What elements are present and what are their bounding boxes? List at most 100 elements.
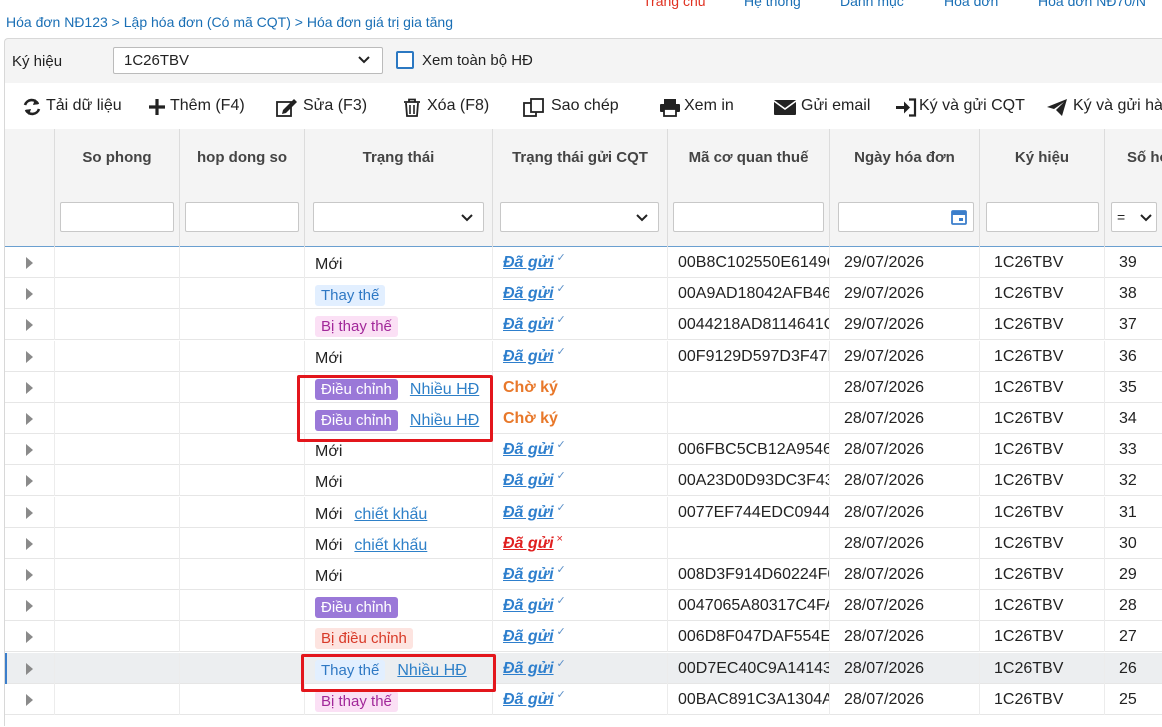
filter-ky-hieu-input[interactable] (986, 202, 1099, 232)
filter-so-phong-input[interactable] (60, 202, 174, 232)
status-cell: Mới (304, 559, 492, 590)
view-all-label[interactable]: Xem toàn bộ HĐ (422, 52, 533, 69)
calendar-icon[interactable] (951, 209, 967, 225)
check-icon: ✓ (556, 314, 566, 327)
cqt-status-link[interactable]: Đã gửi (503, 504, 554, 521)
cqt-status-link[interactable]: Đã gửi (503, 566, 554, 583)
view-all-checkbox[interactable] (396, 51, 414, 69)
table-row[interactable]: Thay thế Đã gửi ✓ 00A9AD18042AFB46 29/07/202… (5, 278, 1162, 310)
filter-so-hd-operator[interactable]: = (1111, 202, 1157, 232)
header-trang-thai[interactable]: Trạng thái (304, 129, 492, 247)
expand-row-icon[interactable] (26, 257, 33, 269)
delete-label: Xóa (F8) (427, 97, 490, 114)
nav-home[interactable]: Trang chủ (643, 0, 706, 9)
table-row[interactable]: Bị thay thế Đã gửi ✓ 0044218AD8114641C 29/07… (5, 309, 1162, 341)
related-invoice-link[interactable]: chiết khấu (354, 537, 427, 554)
filter-trang-thai-cqt-select[interactable] (500, 202, 659, 232)
header-so-hd[interactable]: Số hó = (1104, 129, 1162, 247)
filter-ma-cqt-input[interactable] (673, 202, 824, 232)
expand-row-icon[interactable] (26, 662, 33, 675)
header-trang-thai-cqt-title: Trạng thái gửi CQT (512, 149, 648, 166)
expand-row-icon[interactable] (26, 600, 33, 613)
cqt-status-link[interactable]: Đã gửi (503, 597, 554, 614)
expand-row-icon[interactable] (26, 506, 33, 519)
filter-so-hd-operator-value: = (1117, 209, 1126, 225)
copy-button[interactable]: Sao chép (523, 97, 623, 117)
header-ngay-hd-title: Ngày hóa đơn (854, 149, 955, 166)
sign-send-button[interactable]: Ký và gửi CQT (895, 97, 1035, 117)
header-so-phong[interactable]: So phong (54, 129, 179, 247)
table-row[interactable]: Bị thay thế Đã gửi ✓ 00BAC891C3A1304A 28/07/… (5, 683, 1162, 715)
header-hop-dong-so[interactable]: hop dong so (179, 129, 304, 247)
print-button[interactable]: Xem in (659, 97, 744, 117)
nav-system[interactable]: Hệ thống (744, 0, 801, 9)
nav-invoice[interactable]: Hóa đơn (944, 0, 998, 9)
expand-row-icon[interactable] (26, 444, 33, 457)
cqt-status-link[interactable]: Đã gửi (503, 472, 554, 489)
hop-dong-so-cell (179, 278, 304, 310)
email-button[interactable]: Gửi email (773, 97, 878, 117)
filter-ngay-hd-input[interactable] (838, 202, 974, 232)
cqt-status-link[interactable]: Đã gửi (503, 285, 554, 302)
header-ky-hieu[interactable]: Ký hiệu (979, 129, 1104, 247)
invoice-date-cell: 28/07/2026 (829, 403, 979, 434)
add-button[interactable]: Thêm (F4) (148, 97, 258, 117)
expand-row-icon[interactable] (26, 350, 33, 363)
table-row[interactable]: Điều chỉnh Đã gửi ✓ 0047065A80317C4FA 28/07/… (5, 590, 1162, 622)
header-hop-dong-so-title: hop dong so (197, 149, 287, 166)
cqt-status-link[interactable]: Đã gửi (503, 254, 554, 271)
table-row[interactable]: Điều chỉnh Nhiều HĐ Chờ ký 28/07/2026 1C26TB… (5, 371, 1162, 403)
expand-row-icon[interactable] (26, 413, 33, 425)
filter-hop-dong-so-input[interactable] (185, 202, 299, 232)
header-trang-thai-cqt[interactable]: Trạng thái gửi CQT (492, 129, 667, 247)
cqt-status-pending: Chờ ký (503, 410, 558, 427)
table-row[interactable]: Mới Đã gửi ✓ 006FBC5CB12A9546 28/07/2026 1C26… (5, 434, 1162, 466)
expand-row-icon[interactable] (26, 569, 33, 581)
sign-send-more-button[interactable]: Ký và gửi hà (1046, 97, 1162, 117)
cqt-status-link[interactable]: Đã gửi (503, 441, 554, 458)
expander-cell (5, 559, 54, 590)
table-row[interactable]: Mới chiết khấu Đã gửi × 28/07/2026 1C26TBV 30 (5, 527, 1162, 559)
ma-cqt-cell: 00D7EC40C9A14143 (667, 652, 829, 684)
send-icon (1047, 99, 1067, 116)
kyhieu-select[interactable]: 1C26TBV (113, 47, 383, 74)
table-row[interactable]: Mới chiết khấu Đã gửi ✓ 0077EF744EDC0944 28/0… (5, 496, 1162, 528)
cqt-status-link[interactable]: Đã gửi (503, 628, 554, 645)
reload-button[interactable]: Tải dữ liệu (22, 97, 142, 117)
table-row[interactable]: Mới Đã gửi ✓ 00B8C102550E6149C 29/07/2026 1C2… (5, 247, 1162, 278)
nav-invoice-nd70[interactable]: Hóa đơn NĐ70/N (1038, 0, 1146, 9)
expand-row-icon[interactable] (26, 631, 33, 644)
expand-row-icon[interactable] (26, 319, 33, 332)
cqt-status-link[interactable]: Đã gửi (503, 316, 554, 333)
cqt-status-link[interactable]: Đã gửi (503, 535, 554, 552)
nav-catalog[interactable]: Danh mục (840, 0, 904, 9)
ky-hieu-cell: 1C26TBV (979, 683, 1104, 715)
table-row[interactable]: Mới Đã gửi ✓ 00F9129D597D3F47E 29/07/2026 1C2… (5, 340, 1162, 372)
cqt-status-link[interactable]: Đã gửi (503, 348, 554, 365)
cqt-status-link[interactable]: Đã gửi (503, 691, 554, 708)
sign-in-icon (896, 98, 917, 117)
table-row[interactable]: Điều chỉnh Nhiều HĐ Chờ ký 28/07/2026 1C26TB… (5, 403, 1162, 434)
table-row[interactable]: Thay thế Nhiều HĐ Đã gửi ✓ 00D7EC40C9A14143 2… (5, 652, 1162, 684)
expand-row-icon[interactable] (26, 475, 33, 488)
header-ngay-hd[interactable]: Ngày hóa đơn (829, 129, 979, 247)
delete-button[interactable]: Xóa (F8) (403, 97, 498, 117)
expand-row-icon[interactable] (26, 288, 33, 301)
header-ma-cqt[interactable]: Mã cơ quan thuế (667, 129, 829, 247)
filter-trang-thai-select[interactable] (313, 202, 484, 232)
cqt-status-link[interactable]: Đã gửi (503, 660, 554, 677)
invoice-number-cell: 31 (1104, 496, 1162, 528)
expand-row-icon[interactable] (26, 381, 33, 394)
expand-row-icon[interactable] (26, 693, 33, 706)
status-cell: Mới chiết khấu (304, 496, 492, 528)
trash-icon (404, 98, 420, 117)
related-invoice-link[interactable]: chiết khấu (354, 506, 427, 523)
expand-row-icon[interactable] (26, 537, 33, 550)
check-icon: ✓ (556, 345, 566, 358)
breadcrumb[interactable]: Hóa đơn NĐ123 > Lập hóa đơn (Có mã CQT) … (6, 14, 453, 30)
edit-button[interactable]: Sửa (F3) (276, 97, 376, 117)
status-badge: Bị thay thế (315, 316, 398, 338)
table-row[interactable]: Bị điều chỉnh Đã gửi ✓ 006D8F047DAF554E9 28/… (5, 621, 1162, 653)
table-row[interactable]: Mới Đã gửi ✓ 008D3F914D60224F0 28/07/2026 1C2… (5, 559, 1162, 590)
table-row[interactable]: Mới Đã gửi ✓ 00A23D0D93DC3F43 28/07/2026 1C26… (5, 465, 1162, 497)
